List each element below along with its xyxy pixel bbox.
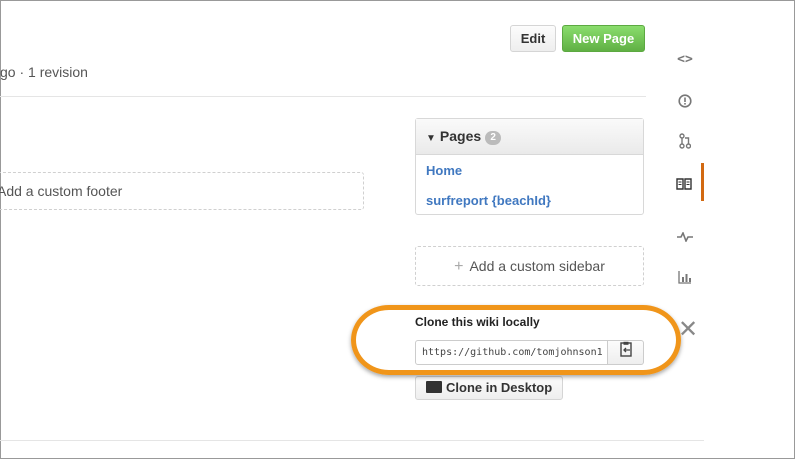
monitor-icon: [426, 381, 442, 393]
header-divider: [0, 96, 646, 97]
pulse-icon[interactable]: [666, 216, 704, 256]
add-custom-footer-button[interactable]: Add a custom footer: [0, 172, 364, 210]
clipboard-icon: [619, 341, 633, 360]
code-icon[interactable]: <>: [666, 40, 704, 80]
custom-footer-label: Add a custom footer: [0, 183, 123, 199]
page-link-home[interactable]: Home: [426, 163, 462, 178]
page-link-surfreport[interactable]: surfreport {beachId}: [426, 193, 551, 208]
clone-in-desktop-label: Clone in Desktop: [446, 380, 553, 395]
caret-down-icon: ▼: [426, 133, 436, 144]
close-icon[interactable]: ✕: [678, 318, 698, 342]
wiki-book-icon[interactable]: [666, 163, 704, 201]
clone-wiki-label: Clone this wiki locally: [415, 315, 540, 329]
pull-request-icon[interactable]: [666, 120, 704, 160]
pages-title: Pages: [439, 128, 482, 144]
pages-panel-header[interactable]: ▼ Pages 2: [416, 119, 643, 155]
graphs-icon[interactable]: [666, 256, 704, 296]
new-page-button[interactable]: New Page: [562, 25, 645, 52]
clone-url-field[interactable]: https://github.com/tomjohnson1: [415, 340, 608, 365]
copy-to-clipboard-button[interactable]: [608, 340, 644, 365]
plus-icon: +: [454, 258, 464, 275]
pages-panel: ▼ Pages 2 Home surfreport {beachId}: [415, 118, 644, 215]
add-custom-sidebar-button[interactable]: + Add a custom sidebar: [415, 246, 644, 286]
revision-meta: go · 1 revision: [0, 64, 88, 80]
footer-divider: [0, 440, 704, 441]
issues-icon[interactable]: [666, 80, 704, 120]
edit-button[interactable]: Edit: [510, 25, 556, 52]
custom-sidebar-label: Add a custom sidebar: [469, 258, 605, 274]
repo-nav: <>: [666, 38, 704, 306]
clone-in-desktop-button[interactable]: Clone in Desktop: [415, 376, 563, 400]
pages-count-badge: 2: [485, 131, 502, 145]
